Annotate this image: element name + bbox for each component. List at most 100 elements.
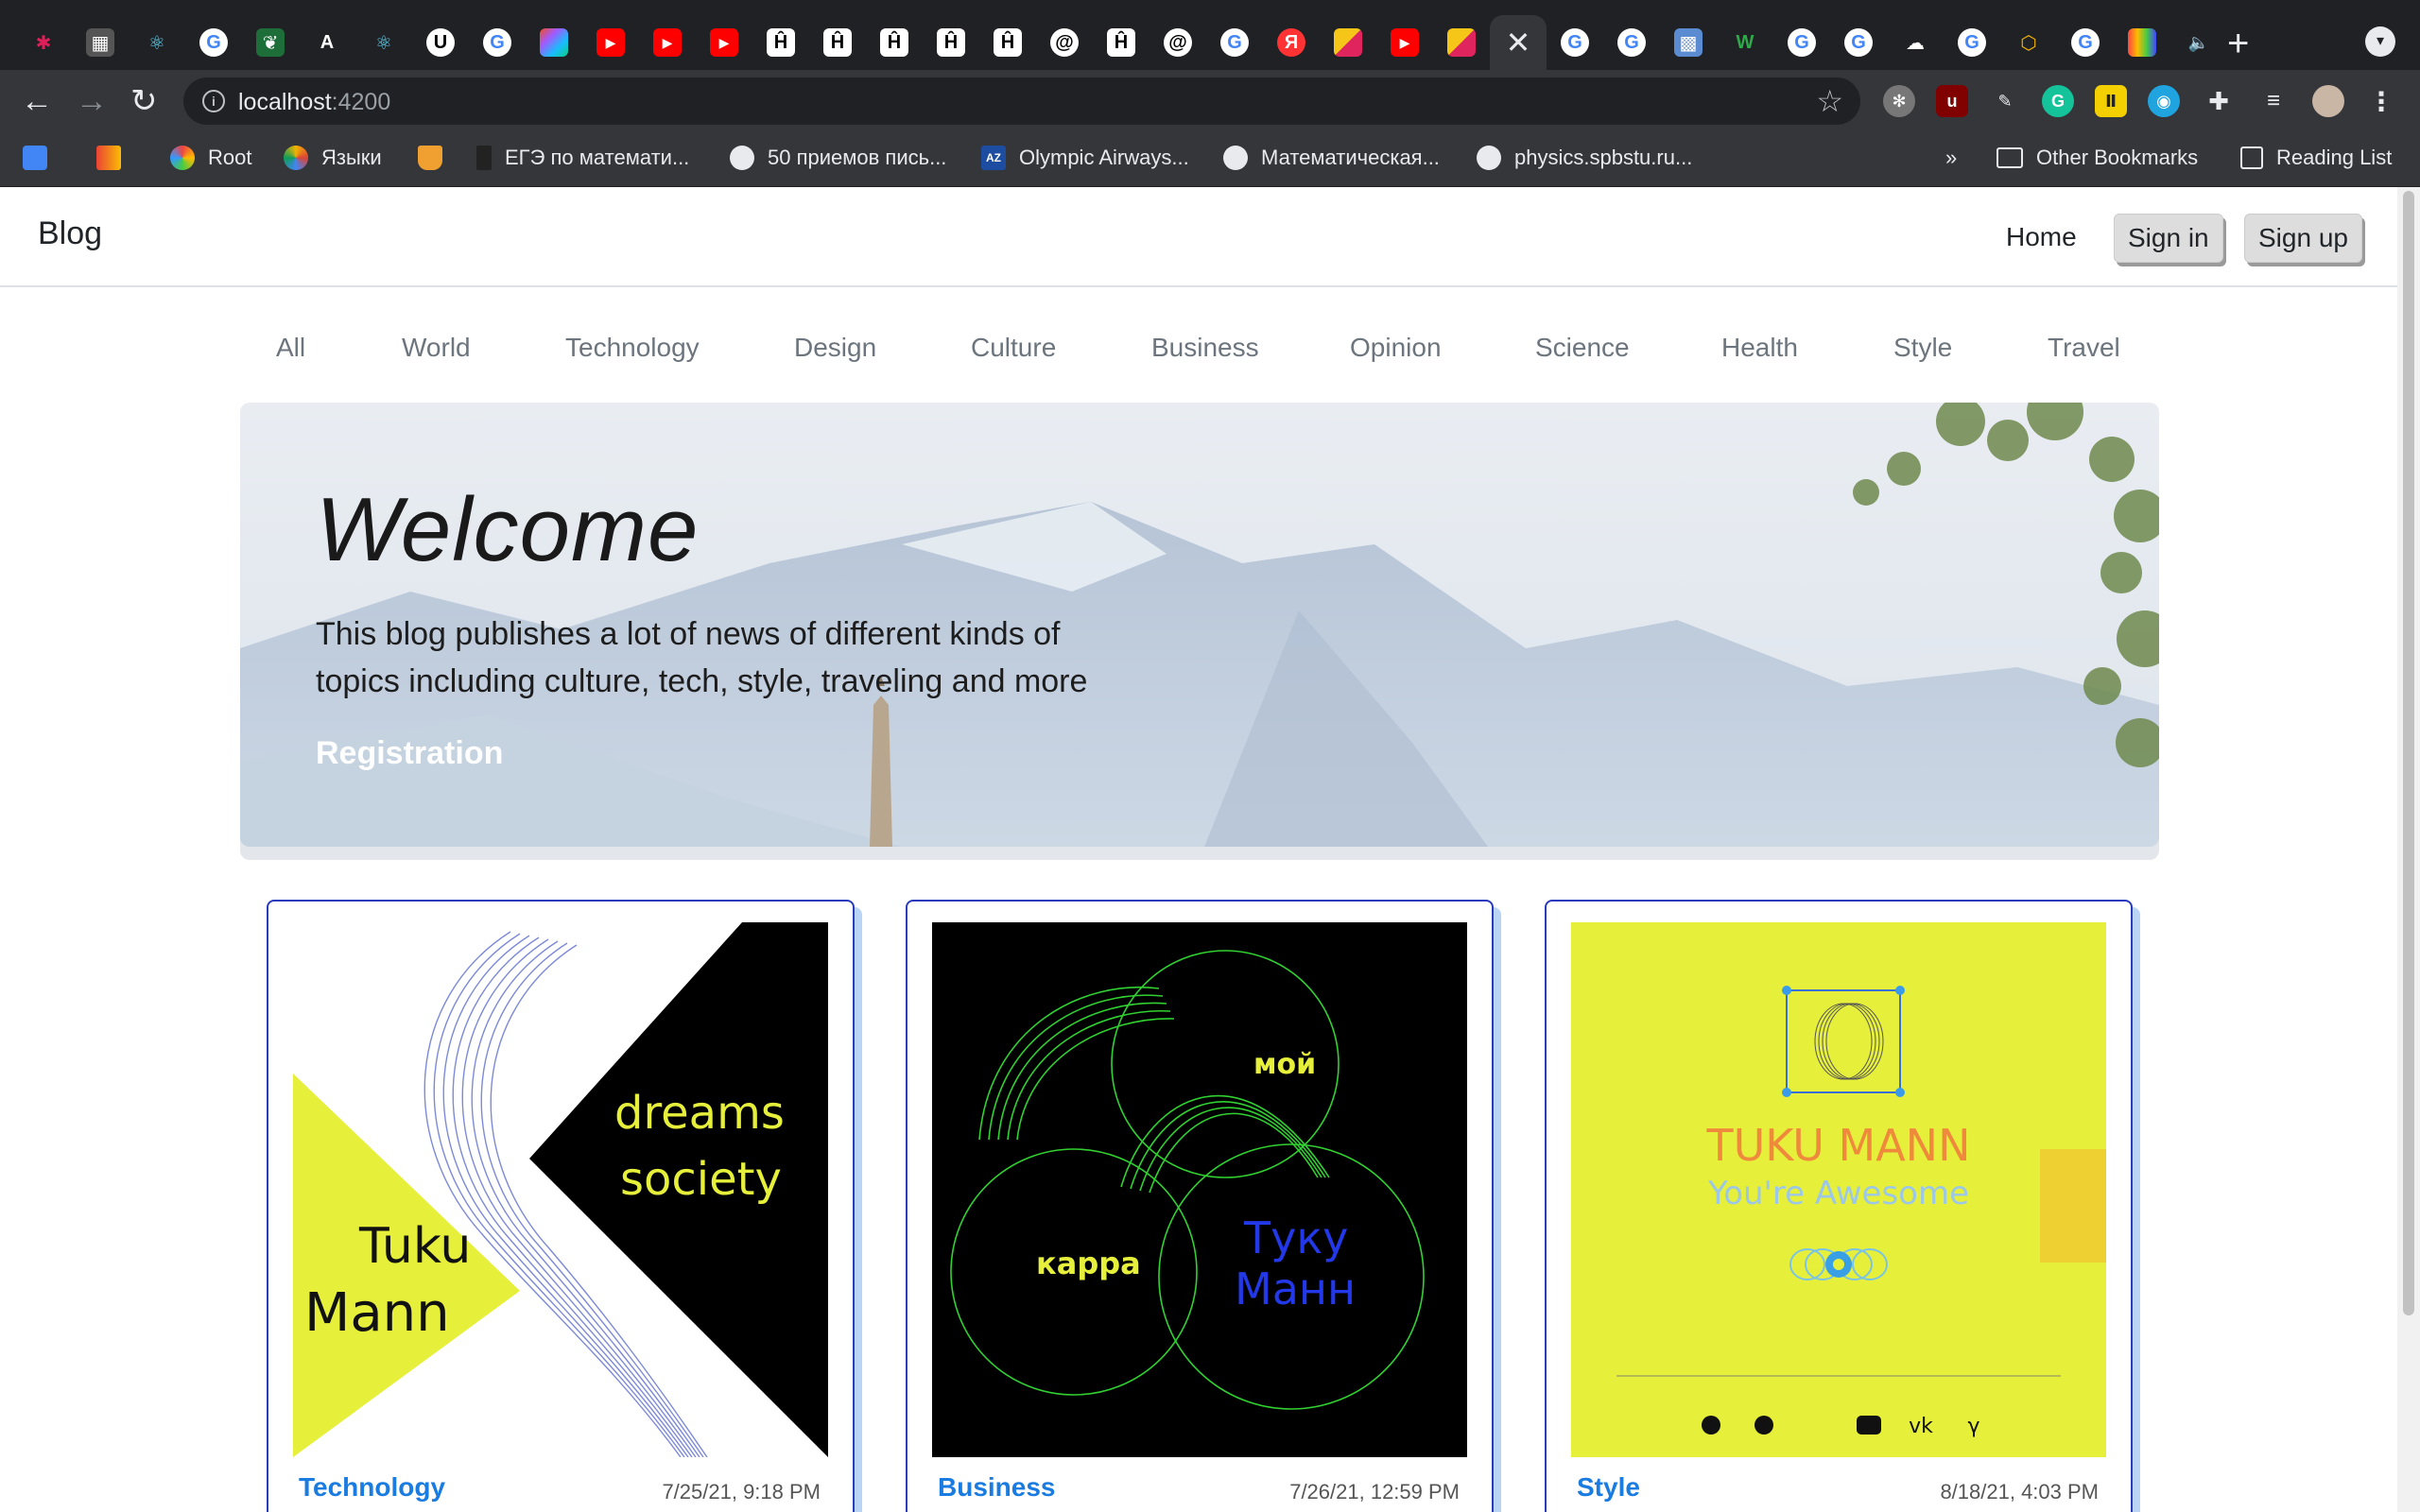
h-icon: Ĥ [1107,28,1135,57]
post-category-link[interactable]: Business [938,1472,1056,1503]
tab[interactable]: ✱ [15,15,72,70]
tab[interactable]: G [185,15,242,70]
extension-icon[interactable]: ◉ [2148,85,2180,117]
bookmark-languages[interactable]: Языки [284,146,382,170]
profile-avatar[interactable] [2312,85,2344,117]
tab[interactable] [1320,15,1376,70]
tab[interactable]: ▶ [1376,15,1433,70]
bookmark-gmail[interactable] [96,146,134,170]
tab[interactable]: ▦ [72,15,129,70]
tab[interactable]: @ [1150,15,1206,70]
post-date: 7/25/21, 9:18 PM [662,1480,821,1503]
registration-link[interactable]: Registration [316,735,503,772]
pen-extension-icon[interactable]: ✎ [1989,85,2021,117]
tab[interactable]: G [1547,15,1603,70]
sign-in-button[interactable]: Sign in [2114,214,2223,263]
category-style[interactable]: Style [1893,333,1952,363]
site-brand[interactable]: Blog [38,215,102,252]
post-card[interactable]: мой карра Туку Манн Business 7/26/21, 12… [906,900,1494,1512]
tab[interactable]: ⬡ [2000,15,2057,70]
other-bookmarks[interactable]: Other Bookmarks [1996,146,2198,170]
extensions-puzzle-icon[interactable]: ✚ [2203,85,2235,117]
category-science[interactable]: Science [1535,333,1630,363]
category-design[interactable]: Design [794,333,876,363]
category-health[interactable]: Health [1721,333,1798,363]
tab[interactable]: ▶ [582,15,639,70]
react-icon: ⚛ [375,32,392,54]
tab[interactable] [2114,15,2170,70]
sign-up-button[interactable]: Sign up [2244,214,2362,263]
tab[interactable]: ⚛ [355,15,412,70]
back-icon[interactable]: ← [21,83,53,119]
tab[interactable]: G [2057,15,2114,70]
extension-icon[interactable]: Ⅱ [2095,85,2127,117]
post-card[interactable]: TUKU MANN You're Awesome vk γ Style 8/18… [1545,900,2133,1512]
tab[interactable]: ▶ [696,15,752,70]
tab[interactable]: ▩ [1660,15,1717,70]
tab[interactable]: Ĥ [1093,15,1150,70]
forward-icon[interactable]: → [76,83,108,119]
tab[interactable] [526,15,582,70]
reload-icon[interactable]: ↻ [130,83,158,119]
tab[interactable]: ▶ [639,15,696,70]
tab[interactable]: Ĥ [809,15,866,70]
reading-list[interactable]: Reading List [2240,146,2392,170]
tab[interactable]: ☁ [1887,15,1944,70]
tab[interactable]: 🔈 [2170,15,2227,70]
tab-search-icon[interactable]: ▾ [2365,26,2395,57]
bookmark-physics[interactable]: physics.spbstu.ru... [1477,146,1692,170]
category-business[interactable]: Business [1151,333,1259,363]
tab[interactable]: G [469,15,526,70]
ublock-icon[interactable]: u [1936,85,1968,117]
bookmark-root[interactable]: Root [170,146,251,170]
category-world[interactable]: World [402,333,471,363]
extension-icon[interactable]: ✻ [1883,85,1915,117]
bookmark-50-tips[interactable]: 50 приемов пись... [730,146,946,170]
scrollbar-thumb[interactable] [2403,191,2414,1315]
tab[interactable]: G [1944,15,2000,70]
close-tab-icon[interactable]: ✕ [1506,25,1531,60]
post-card[interactable]: Tuku Mann dreams society Technology 7/25… [267,900,855,1512]
tab[interactable]: G [1603,15,1660,70]
bookmark-star-icon[interactable]: ☆ [1816,83,1843,119]
home-link[interactable]: Home [2006,222,2077,252]
tab[interactable]: W [1717,15,1773,70]
tab[interactable]: Ĥ [923,15,979,70]
browser-menu-icon[interactable]: ⋮ [2365,85,2397,117]
new-tab-button[interactable]: + [2227,23,2249,65]
tab[interactable]: A [299,15,355,70]
tab[interactable]: ⚛ [129,15,185,70]
tab[interactable] [1433,15,1490,70]
tab[interactable]: Ĥ [979,15,1036,70]
bookmark-ege[interactable]: ЕГЭ по математи... [476,146,689,170]
tab-active[interactable]: ✕ [1490,15,1547,70]
tab[interactable]: G [1206,15,1263,70]
media-control-icon[interactable]: ≡ [2257,85,2290,117]
tab[interactable]: Ĥ [752,15,809,70]
category-technology[interactable]: Technology [565,333,700,363]
bookmark-math[interactable]: Математическая... [1223,146,1440,170]
category-opinion[interactable]: Opinion [1350,333,1442,363]
bookmarks-overflow-button[interactable]: » [1945,146,1957,170]
tab[interactable]: Я [1263,15,1320,70]
bookmark-translate[interactable] [23,146,60,170]
category-travel[interactable]: Travel [2048,333,2120,363]
page-scrollbar[interactable] [2397,187,2420,1512]
tab[interactable]: @ [1036,15,1093,70]
bookmark-olympic[interactable]: AZ Olympic Airways... [981,146,1189,170]
site-info-icon[interactable]: i [202,90,225,112]
address-bar[interactable]: i localhost:4200 ☆ [183,77,1860,125]
post-category-link[interactable]: Style [1577,1472,1640,1503]
grammarly-icon[interactable]: G [2042,85,2074,117]
other-bookmarks-label: Other Bookmarks [2036,146,2199,169]
category-all[interactable]: All [276,333,305,363]
url-text[interactable]: localhost:4200 [238,89,390,116]
tab[interactable]: G [1830,15,1887,70]
post-category-link[interactable]: Technology [299,1472,445,1503]
tab[interactable]: G [1773,15,1830,70]
tab[interactable]: ❦ [242,15,299,70]
bookmark-ship[interactable] [418,146,456,170]
category-culture[interactable]: Culture [971,333,1056,363]
tab[interactable]: U [412,15,469,70]
tab[interactable]: Ĥ [866,15,923,70]
